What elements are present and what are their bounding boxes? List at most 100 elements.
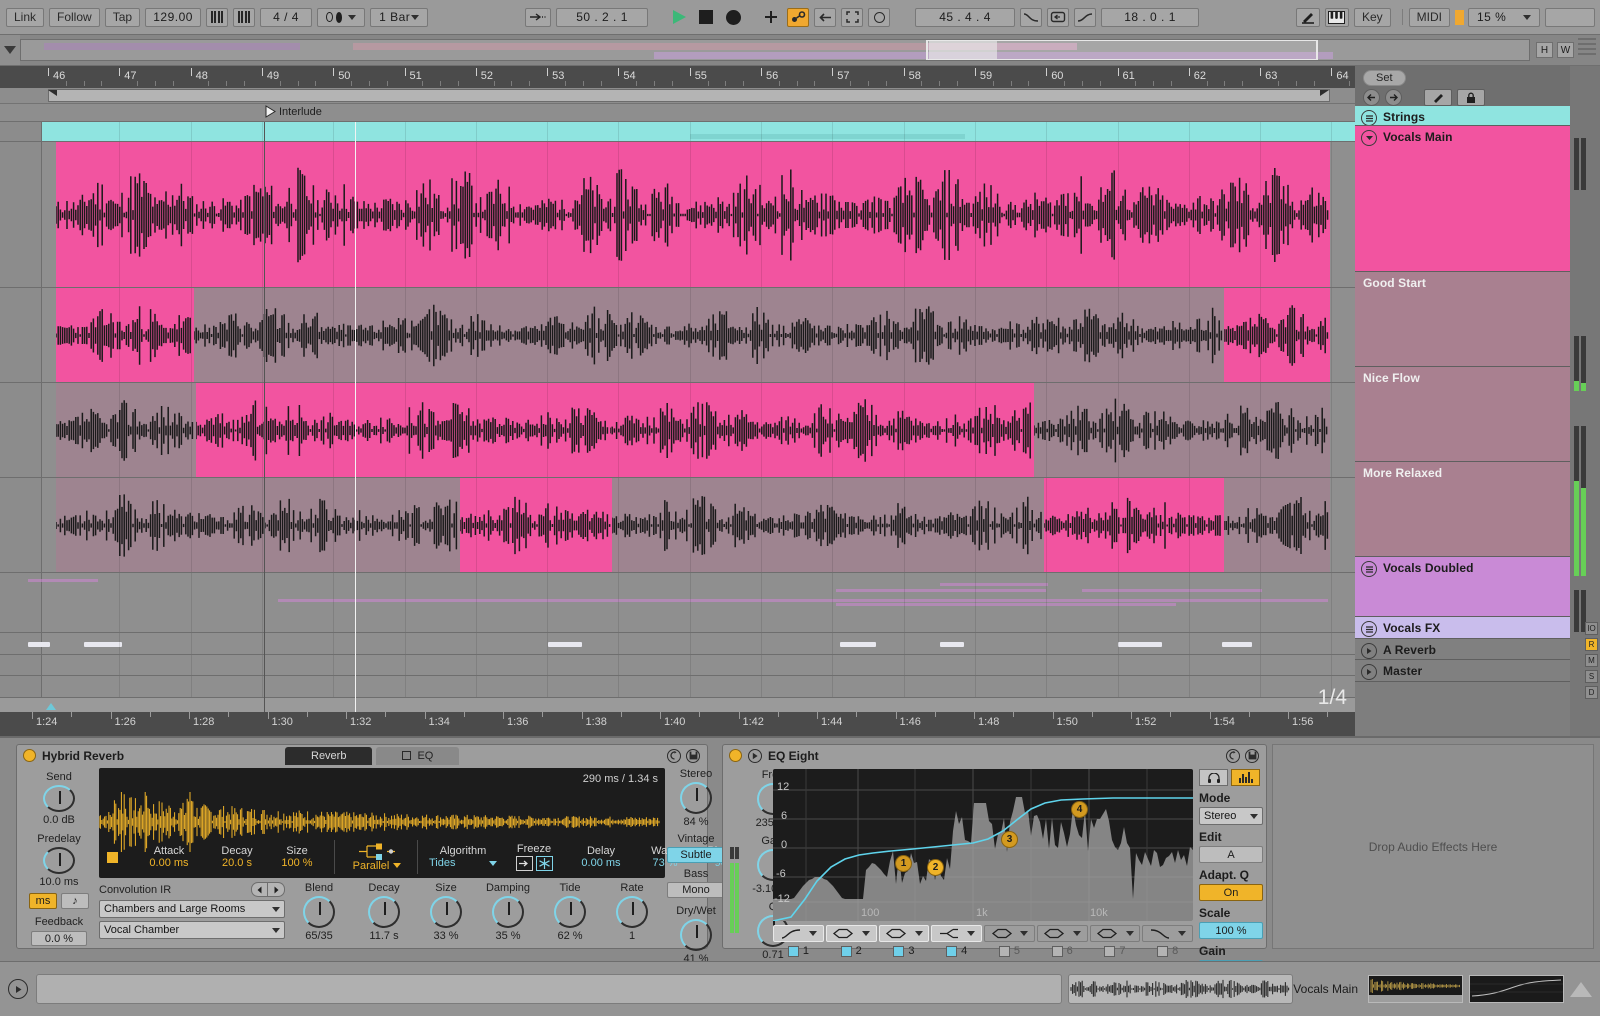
set-button[interactable]: Set [1363,70,1406,86]
eq-band-type-2[interactable] [825,925,877,942]
track-header-master[interactable]: Master [1355,660,1600,682]
predelay-knob[interactable] [43,847,75,874]
device-hybrid-reverb[interactable]: Hybrid Reverb Reverb EQ Send 0.0 dB Pred… [16,744,739,965]
draw-mode-icon[interactable] [1295,7,1320,27]
cpu-meter[interactable]: 15 % [1468,7,1540,27]
eq-band-type-8[interactable] [1142,925,1193,942]
midi-map-button[interactable]: MIDI [1408,7,1450,27]
audio-clip[interactable] [194,288,1224,382]
predelay-unit-ms[interactable]: ms [29,893,57,909]
midi-clip[interactable] [940,642,964,647]
track-name[interactable]: Strings [1383,110,1425,124]
midi-clip[interactable] [1222,642,1252,647]
eq-band-enable-row[interactable]: 1 2 3 4 5 6 7 8 [773,945,1193,957]
track-header-vocals-fx[interactable]: Vocals FX [1355,617,1600,639]
headphone-icon[interactable] [1199,769,1228,786]
save-icon[interactable] [686,748,700,763]
metronome-icon-2[interactable] [233,7,256,27]
eq-band-handle-3[interactable]: 3 [1001,831,1018,848]
key-map-button[interactable]: Key [1353,7,1391,27]
quantization-menu[interactable]: 1 Bar [370,7,429,27]
drywet-knob[interactable] [680,919,712,951]
track-name[interactable]: Vocals FX [1383,621,1440,635]
eq-band-handle-4[interactable]: 4 [1071,801,1088,818]
audio-clip[interactable] [1034,383,1330,477]
play-icon[interactable] [669,8,690,27]
overview-body[interactable] [20,39,1530,61]
track-vocals-fx[interactable] [0,633,1355,655]
audio-clip[interactable] [610,383,1034,477]
freeze-icon[interactable] [535,856,553,871]
track-name[interactable]: Good Start [1363,276,1426,290]
delay-value[interactable]: 0.00 ms [566,857,636,869]
automation-lane-clip[interactable] [836,603,1176,606]
midi-clip[interactable] [548,642,582,647]
convolution-ir-preset[interactable]: Vocal Chamber [99,921,285,939]
time-signature-field[interactable]: 4 / 4 [260,7,313,27]
pencil-icon[interactable] [1424,89,1452,106]
eq-band-checkbox-1[interactable] [787,945,799,957]
vintage-value[interactable]: Subtle [667,847,725,863]
tab-reverb[interactable]: Reverb [285,746,373,765]
metronome-icon[interactable] [206,7,229,27]
back-to-arrangement-icon[interactable] [814,7,837,27]
status-track-strip[interactable] [36,974,1063,1004]
automation-arm-icon[interactable] [787,7,810,27]
audio-effects-drop-zone[interactable]: Drop Audio Effects Here [1272,744,1594,949]
play-small-icon[interactable] [1361,664,1377,680]
track-header-good-start[interactable]: Good Start [1355,272,1600,367]
bar-ruler[interactable]: 46 47 48 49 50 51 52 53 54 55 56 57 58 59 60 61 62 63 64 [0,66,1355,88]
eq-band-type-6[interactable] [1036,925,1088,942]
eq-band-enable-4[interactable]: 4 [931,945,982,957]
bass-value[interactable]: Mono [667,882,725,898]
browser-toggle-icon[interactable] [1578,38,1596,58]
device-power-icon-eq[interactable] [729,749,742,762]
grid-quantization-label[interactable]: 1/4 [1318,686,1347,710]
overview-collapse-icon[interactable] [0,35,20,65]
next-icon[interactable] [268,882,285,897]
automation-lane-clip[interactable] [278,599,1328,602]
eq-band-checkbox-5[interactable] [998,945,1010,957]
audio-clip[interactable] [1044,478,1224,572]
tempo-field[interactable]: 129.00 [145,7,202,27]
track-good-start[interactable] [0,288,1355,383]
eq-edit-value[interactable]: A [1199,846,1263,863]
eq-band-checkbox-3[interactable] [893,945,905,957]
track-header-list[interactable]: Strings Vocals Main Good Start Nice Flow Mor… [1355,106,1600,682]
arrow-left-icon[interactable] [1363,89,1380,106]
rate-value[interactable]: 1 [601,930,663,942]
overview-height-button[interactable]: H [1536,42,1553,58]
follow-button[interactable]: Follow [49,7,100,27]
eq-band-type-1[interactable] [773,925,824,942]
eq-band-type-7[interactable] [1089,925,1141,942]
track-more-relaxed[interactable] [0,478,1355,573]
audio-clip[interactable] [56,142,1330,287]
stop-icon[interactable] [695,8,717,27]
group-track-icon[interactable] [1361,621,1377,637]
sends-button[interactable]: S [1585,670,1598,683]
eq-band-enable-8[interactable]: 8 [1142,945,1193,957]
play-small-icon[interactable] [1361,643,1377,659]
add-automation-icon[interactable] [760,8,782,27]
device-thumbnail-reverb[interactable] [1368,975,1463,1003]
eq-band-enable-2[interactable]: 2 [826,945,877,957]
track-name[interactable]: Vocals Doubled [1383,561,1474,575]
ir-display[interactable]: 290 ms / 1.34 s Attack 0.00 ms Decay 20.… [99,768,739,878]
decay-value[interactable]: 11.7 s [353,930,415,942]
eq-band-checkbox-2[interactable] [840,945,852,957]
punch-in-switch-icon[interactable] [1020,7,1043,27]
eq-mode-select[interactable]: Stereo [1199,807,1263,825]
arrow-right-icon[interactable] [1385,89,1402,106]
eq-band-enable-6[interactable]: 6 [1037,945,1088,957]
automation-lane-clip[interactable] [28,579,98,582]
track-header-more-relaxed[interactable]: More Relaxed [1355,462,1600,557]
size-value[interactable]: 33 % [415,930,477,942]
track-header-strings[interactable]: Strings [1355,106,1600,126]
size-knob[interactable] [430,896,462,928]
track-vocals-main[interactable] [0,142,1355,288]
stereo-knob[interactable] [680,782,712,814]
track-master[interactable] [0,676,1355,698]
overview-width-button[interactable]: W [1557,42,1574,58]
size-top-value[interactable]: 100 % [268,857,326,869]
preset-icon-eq[interactable] [1226,748,1240,763]
